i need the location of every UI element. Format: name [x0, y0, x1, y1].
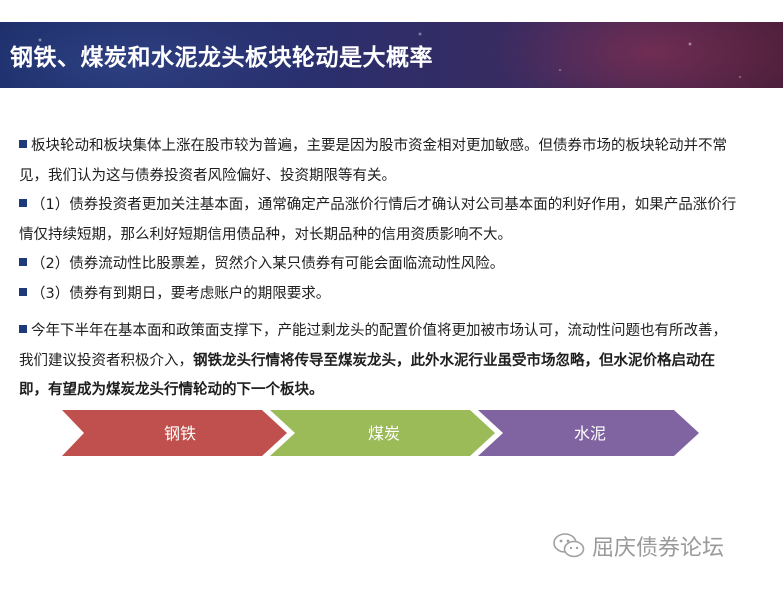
- paragraph-2: （1）债券投资者更加关注基本面，通常确定产品涨价行情后才确认对公司基本面的利好作…: [19, 191, 739, 250]
- wechat-icon: [553, 533, 585, 558]
- flow-step-cement: 水泥: [478, 410, 699, 456]
- flow-step-cement-label: 水泥: [574, 424, 606, 443]
- footer-brand-text: 屈庆债券论坛: [592, 536, 725, 561]
- paragraph-1-text: 板块轮动和板块集体上涨在股市较为普遍，主要是因为股市资金相对更加敏感。但债券市场…: [19, 138, 727, 184]
- flow-step-coal: 煤炭: [270, 410, 495, 456]
- flow-step-steel-label: 钢铁: [164, 424, 196, 443]
- flow-step-coal-label: 煤炭: [368, 424, 400, 443]
- paragraph-4-text: （3）债券有到期日，要考虑账户的期限要求。: [31, 285, 331, 302]
- square-bullet-icon: [19, 258, 27, 266]
- body-content: 板块轮动和板块集体上涨在股市较为普遍，主要是因为股市资金相对更加敏感。但债券市场…: [19, 132, 739, 406]
- paragraph-1: 板块轮动和板块集体上涨在股市较为普遍，主要是因为股市资金相对更加敏感。但债券市场…: [19, 132, 739, 191]
- square-bullet-icon: [19, 140, 27, 148]
- flow-step-steel: 钢铁: [62, 410, 287, 456]
- paragraph-3-text: （2）债券流动性比股票差，贸然介入某只债券有可能会面临流动性风险。: [31, 256, 505, 272]
- rotation-flow-diagram: 钢铁 煤炭 水泥: [62, 410, 699, 456]
- square-bullet-icon: [19, 325, 27, 333]
- page-title: 钢铁、煤炭和水泥龙头板块轮动是大概率: [10, 45, 433, 71]
- paragraph-2-text: （1）债券投资者更加关注基本面，通常确定产品涨价行情后才确认对公司基本面的利好作…: [19, 197, 737, 243]
- square-bullet-icon: [19, 287, 27, 296]
- square-bullet-icon: [19, 199, 27, 207]
- paragraph-4: （3）债券有到期日，要考虑账户的期限要求。: [19, 280, 739, 310]
- paragraph-5: 今年下半年在基本面和政策面支撑下，产能过剩龙头的配置价值将更加被市场认可，流动性…: [19, 317, 739, 406]
- paragraph-3: （2）债券流动性比股票差，贸然介入某只债券有可能会面临流动性风险。: [19, 250, 739, 280]
- footer-brand: 屈庆债券论坛: [552, 530, 724, 562]
